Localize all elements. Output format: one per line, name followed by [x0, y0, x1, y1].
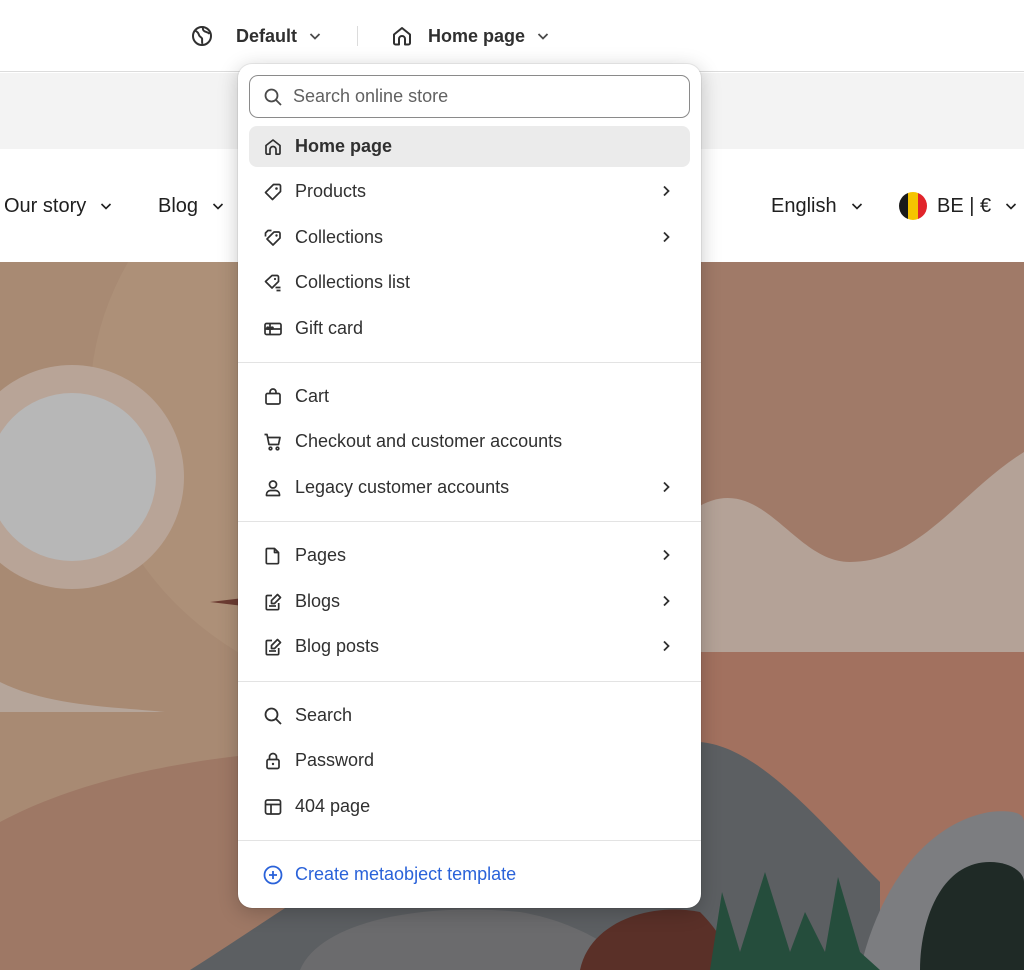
tags-icon — [262, 227, 284, 249]
chevron-right-icon — [663, 640, 670, 652]
topbar-divider — [357, 26, 358, 46]
search-box[interactable] — [249, 75, 690, 118]
menu-item-label: 404 page — [295, 796, 371, 816]
home-icon — [393, 27, 411, 46]
menu-item-products[interactable]: Products — [249, 171, 690, 212]
menu-item-collections[interactable]: Collections — [249, 217, 690, 258]
nav-blog[interactable]: Blog — [158, 193, 226, 219]
chevron-down-icon — [309, 33, 321, 40]
nav-our-story[interactable]: Our story — [4, 193, 114, 219]
home-icon — [262, 136, 284, 158]
menu-item-search[interactable]: Search — [249, 695, 690, 736]
menu-item-label: Blog posts — [295, 636, 380, 656]
gift-card-icon — [262, 318, 284, 340]
template-dropdown: Home page Products Collections Collectio… — [238, 64, 701, 908]
person-icon — [262, 477, 284, 499]
menu-item-blog-posts[interactable]: Blog posts — [249, 626, 690, 667]
menu-item-pages[interactable]: Pages — [249, 535, 690, 576]
menu-item-label: Collections — [295, 227, 384, 247]
chevron-down-icon — [212, 203, 224, 210]
menu-item-label: Blogs — [295, 591, 341, 611]
chevron-down-icon — [1006, 203, 1017, 210]
chevron-right-icon — [663, 481, 670, 493]
menu-item-label: Password — [295, 750, 375, 770]
menu-item-password[interactable]: Password — [249, 740, 690, 781]
chevron-right-icon — [663, 185, 670, 197]
lock-icon — [262, 750, 284, 772]
menu-item-label: Gift card — [295, 318, 364, 338]
menu-item-checkout[interactable]: Checkout and customer accounts — [249, 421, 690, 462]
menu-item-legacy-accounts[interactable]: Legacy customer accounts — [249, 467, 690, 508]
menu-item-blogs[interactable]: Blogs — [249, 581, 690, 622]
blog-post-icon — [262, 636, 284, 658]
group-divider — [238, 521, 701, 522]
language-selector[interactable]: English — [771, 193, 865, 219]
chevron-right-icon — [663, 549, 670, 561]
plus-circle-icon — [262, 864, 284, 886]
globe-icon — [192, 26, 212, 46]
layout-icon — [262, 796, 284, 818]
menu-item-label: Pages — [295, 545, 347, 565]
chevron-down-icon — [101, 203, 112, 210]
search-icon — [262, 705, 284, 727]
search-icon — [264, 88, 282, 106]
menu-item-label: Cart — [295, 386, 330, 406]
tag-icon — [262, 181, 284, 203]
nav-label: Our story — [4, 194, 87, 217]
menu-item-label: Collections list — [295, 272, 411, 292]
nav-label: Blog — [158, 194, 199, 217]
country-selector[interactable]: BE | € — [899, 192, 1019, 220]
page-selector[interactable]: Home page — [390, 22, 551, 50]
blog-icon — [262, 591, 284, 613]
editor-topbar: Default Home page — [0, 0, 1024, 72]
group-divider — [238, 840, 701, 841]
theme-selector[interactable]: Default — [190, 22, 323, 50]
language-label: English — [771, 194, 837, 217]
bag-icon — [262, 386, 284, 408]
country-label: BE | € — [937, 194, 992, 217]
theme-label: Default — [236, 25, 298, 46]
menu-item-home-page[interactable]: Home page — [249, 126, 690, 167]
create-label: Create metaobject template — [295, 864, 517, 884]
menu-item-label: Search — [295, 705, 353, 725]
menu-item-label: Products — [295, 181, 367, 201]
menu-item-cart[interactable]: Cart — [249, 376, 690, 417]
page-icon — [262, 545, 284, 567]
menu-item-collections-list[interactable]: Collections list — [249, 262, 690, 303]
group-divider — [238, 362, 701, 363]
menu-item-label: Legacy customer accounts — [295, 477, 510, 497]
menu-item-404-page[interactable]: 404 page — [249, 786, 690, 827]
chevron-right-icon — [663, 231, 670, 243]
page-label: Home page — [428, 25, 526, 46]
search-input[interactable] — [293, 86, 673, 107]
belgium-flag-icon — [899, 192, 927, 220]
tags-list-icon — [262, 272, 284, 294]
menu-item-label: Home page — [295, 136, 393, 156]
chevron-right-icon — [663, 595, 670, 607]
menu-item-label: Checkout and customer accounts — [295, 431, 563, 451]
group-divider — [238, 681, 701, 682]
chevron-down-icon — [851, 203, 862, 210]
menu-item-gift-card[interactable]: Gift card — [249, 308, 690, 349]
create-metaobject-template-button[interactable]: Create metaobject template — [249, 854, 690, 895]
cart-icon — [262, 431, 284, 453]
chevron-down-icon — [537, 33, 549, 40]
